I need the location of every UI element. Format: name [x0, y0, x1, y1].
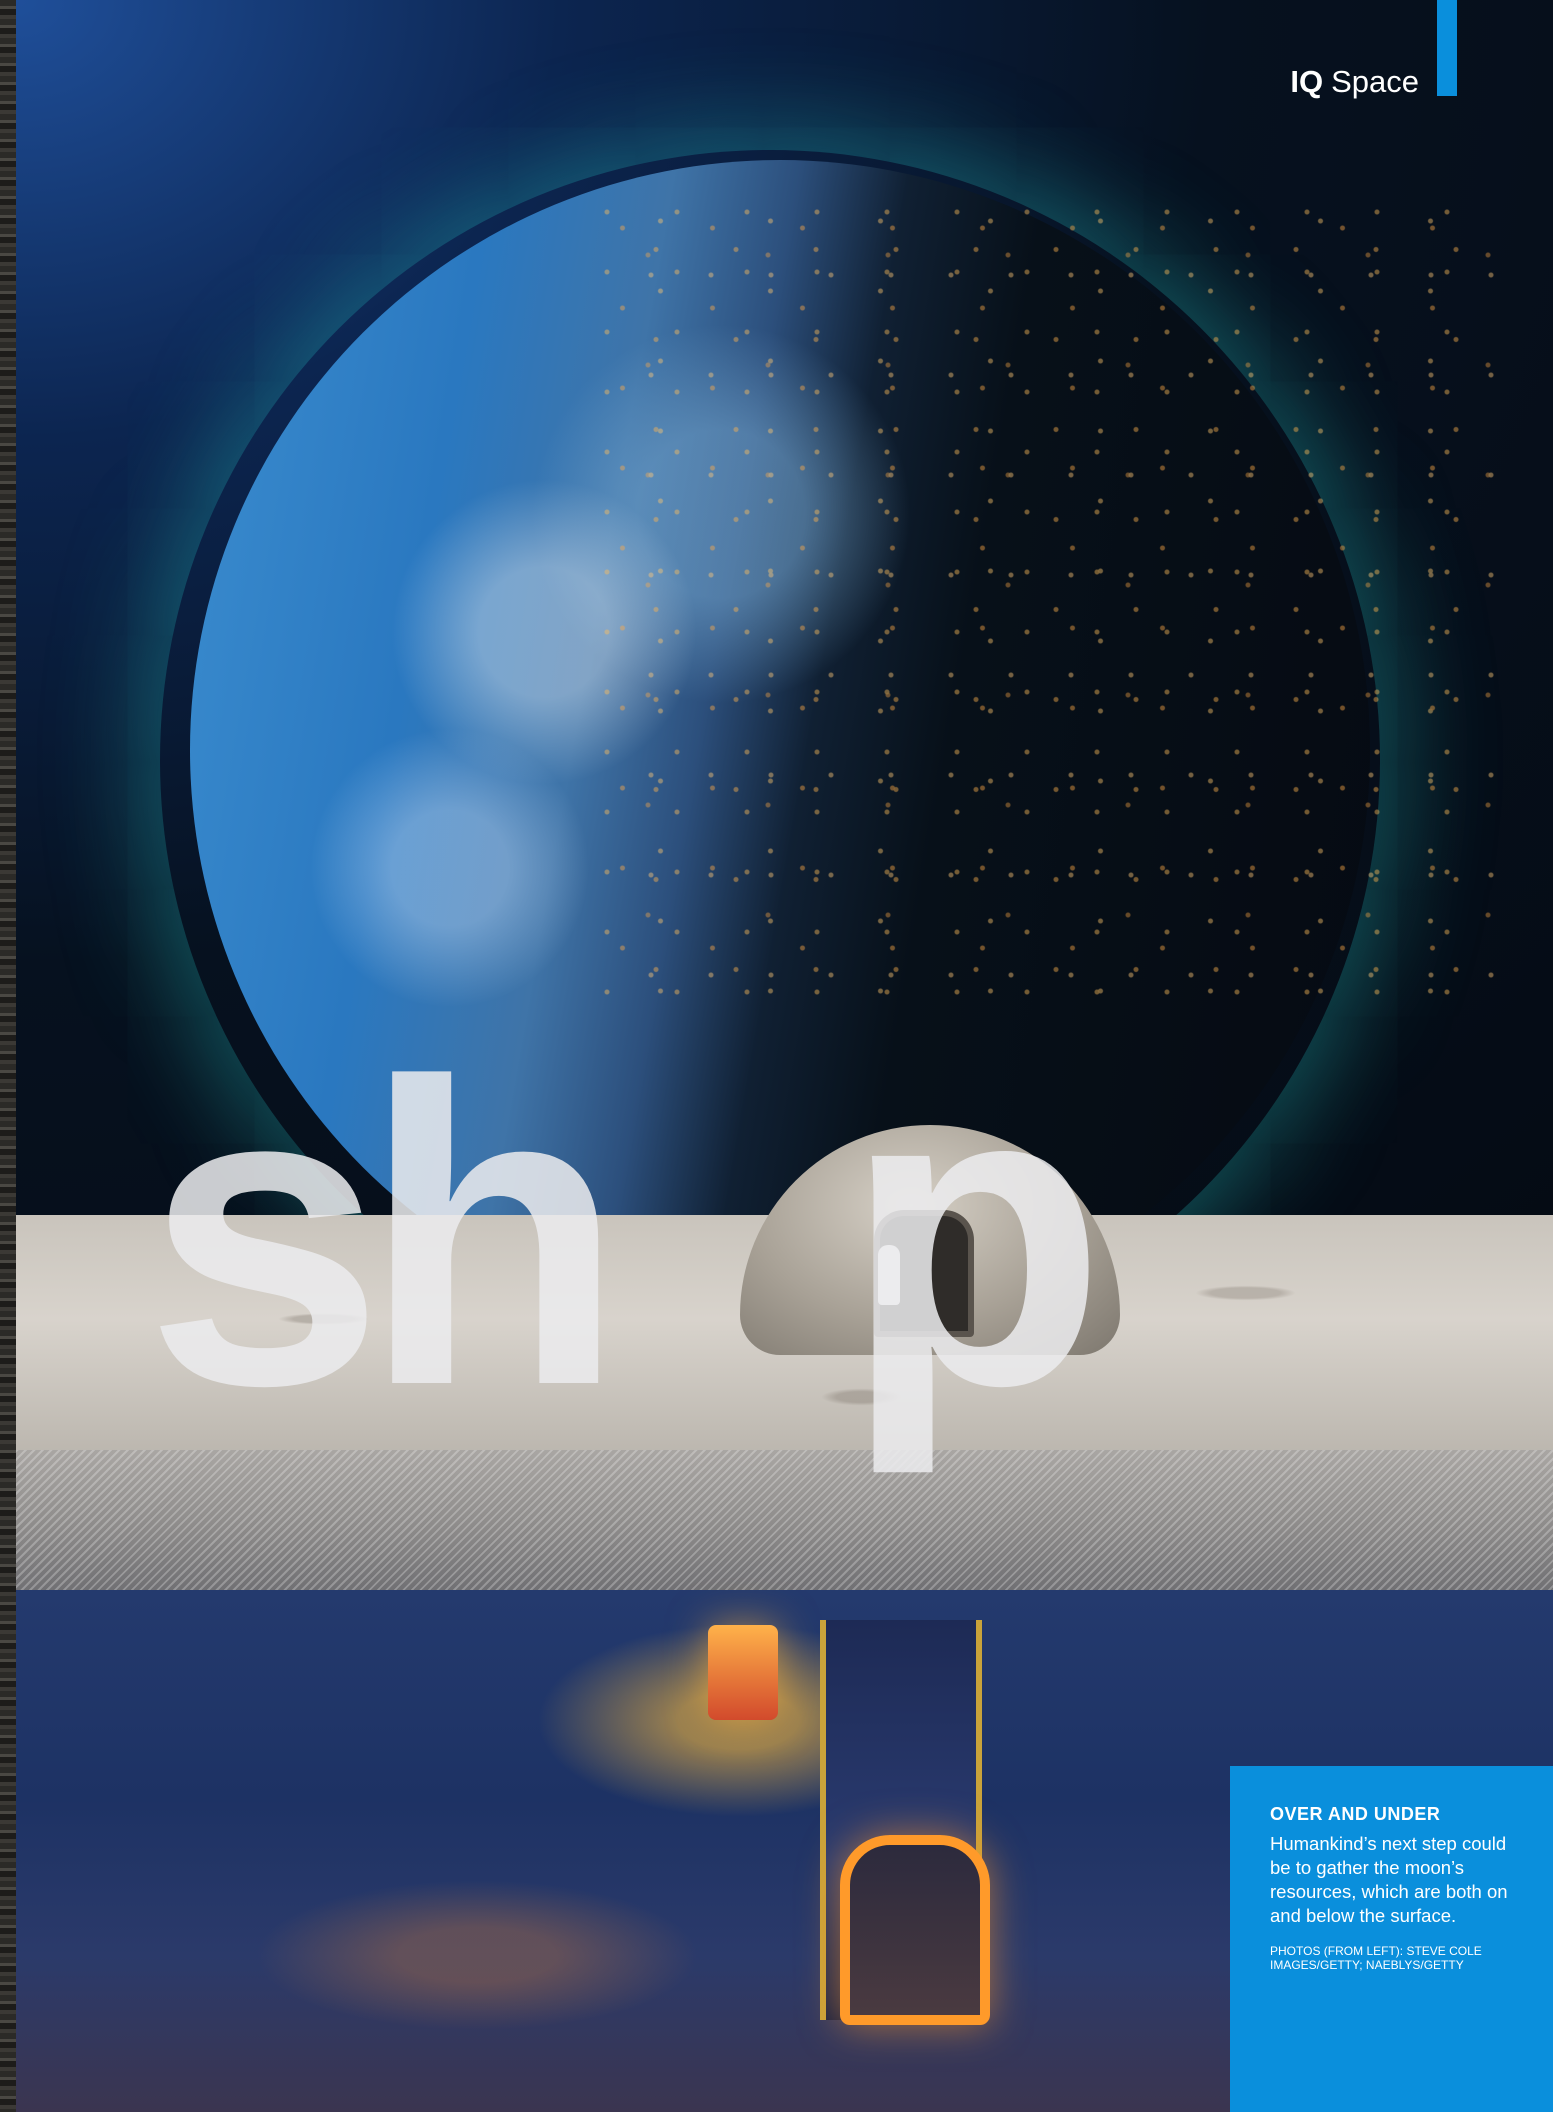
caption-body: Humankind’s next step could be to gather… — [1270, 1833, 1508, 1926]
headline-letter-s: s — [145, 995, 384, 1475]
section-name: Space — [1331, 64, 1419, 99]
caption-box: OVER AND UNDER Humankind’s next step cou… — [1230, 1766, 1553, 2112]
caption-heading: OVER AND UNDER — [1270, 1804, 1441, 1824]
headline-letter-o: o — [603, 995, 844, 1475]
city-lights-overlay — [600, 200, 1500, 1000]
section-accent-bar — [1437, 0, 1457, 96]
headline-letter-h: h — [362, 995, 625, 1475]
magazine-page: shop IQSpace OVER AND UNDER Humankind’s … — [0, 0, 1553, 2112]
glowing-hatch-icon — [708, 1625, 778, 1720]
photo-credit: PHOTOS (FROM LEFT): STEVE COLE IMAGES/GE… — [1270, 1944, 1482, 1972]
headline-word: shop — [145, 1020, 1395, 1450]
rock-edge-border — [0, 0, 16, 2112]
section-prefix: IQ — [1290, 64, 1324, 99]
headline-letter-p: p — [843, 995, 1107, 1475]
glowing-tunnel-icon — [840, 1835, 990, 2025]
section-label: IQ Space — [1290, 62, 1419, 102]
